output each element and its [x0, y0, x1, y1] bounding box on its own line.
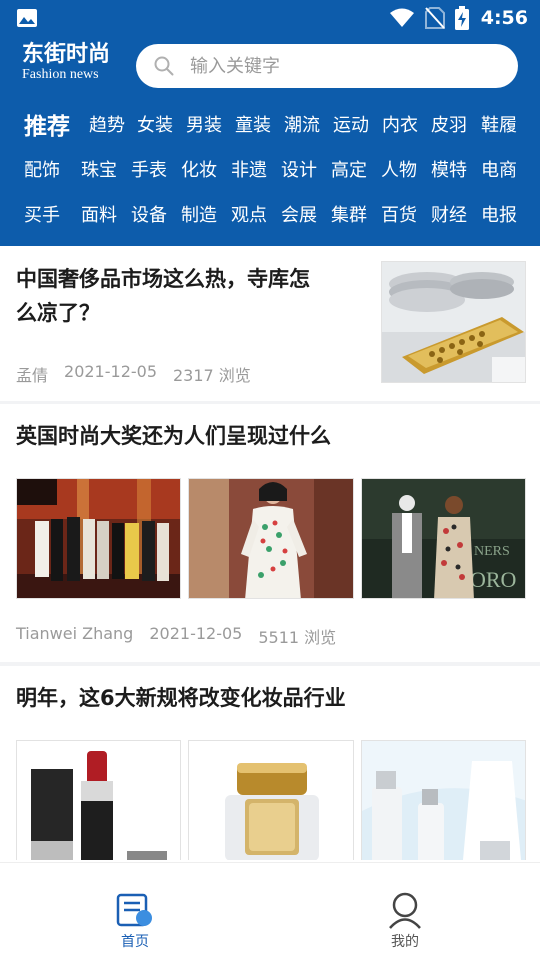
category-item[interactable]: 珠宝: [74, 156, 124, 182]
article-views: 2317 浏览: [173, 366, 251, 385]
category-row-3: 买手 面料 设备 制造 观点 会展 集群 百货 财经 电报: [24, 194, 524, 234]
category-item[interactable]: 内衣: [376, 111, 424, 137]
tab-home[interactable]: 首页: [0, 863, 270, 960]
article-image: NERS ORO: [361, 478, 526, 599]
tab-profile-label: 我的: [391, 934, 419, 950]
category-item[interactable]: 制造: [174, 201, 224, 227]
category-item[interactable]: 男装: [180, 111, 228, 137]
category-item[interactable]: 电报: [474, 201, 524, 227]
wifi-icon: [389, 8, 414, 27]
category-item[interactable]: 人物: [374, 156, 424, 182]
article-date: 2021-12-05: [64, 362, 157, 381]
article-thumbnail: [381, 261, 526, 383]
article-views: 5511 浏览: [258, 628, 337, 647]
category-featured[interactable]: 推荐: [24, 107, 80, 141]
news-feed[interactable]: 中国奢侈品市场这么热，寺库怎 么凉了？ 孟倩 2021-12-05 2317 浏…: [0, 246, 540, 860]
home-news-icon: [116, 893, 152, 927]
category-item[interactable]: 皮羽: [424, 111, 474, 137]
cream-jar-image: [189, 741, 353, 860]
lipstick-image: [17, 741, 180, 860]
search-bar[interactable]: [136, 44, 518, 88]
category-item[interactable]: 非遗: [224, 156, 274, 182]
category-row-2: 配饰 珠宝 手表 化妆 非遗 设计 高定 人物 模特 电商: [24, 149, 524, 189]
article-image: [361, 740, 526, 860]
gown-portrait-image: [189, 479, 353, 598]
category-item[interactable]: 百货: [374, 201, 424, 227]
logo-english: Fashion news: [22, 67, 99, 82]
article-image: [16, 740, 181, 860]
profile-icon: [389, 892, 421, 929]
svg-text:NERS: NERS: [474, 544, 510, 559]
skincare-bottles-image: [362, 741, 525, 860]
article-card[interactable]: 明年，这6大新规将改变化妆品行业: [0, 666, 540, 860]
red-carpet-group-image: [17, 479, 180, 598]
category-item[interactable]: 运动: [326, 111, 376, 137]
category-item[interactable]: 电商: [474, 156, 524, 182]
category-item[interactable]: 模特: [424, 156, 474, 182]
article-author: Tianwei Zhang: [16, 624, 134, 643]
category-item[interactable]: 面料: [74, 201, 124, 227]
category-item[interactable]: 集群: [324, 201, 374, 227]
category-item[interactable]: 鞋履: [474, 111, 524, 137]
image-icon: [17, 9, 37, 27]
svg-text:ORO: ORO: [470, 567, 516, 592]
article-card[interactable]: 中国奢侈品市场这么热，寺库怎 么凉了？ 孟倩 2021-12-05 2317 浏…: [0, 246, 540, 401]
category-item[interactable]: 手表: [124, 156, 174, 182]
no-sim-icon: [424, 7, 445, 29]
article-image: [188, 478, 354, 599]
article-meta: 孟倩 2021-12-05 2317 浏览: [16, 362, 251, 386]
article-title: 明年，这6大新规将改变化妆品行业: [16, 686, 346, 710]
category-item[interactable]: 女装: [130, 111, 180, 137]
bottom-tab-bar: 首页 我的: [0, 862, 540, 960]
category-item[interactable]: 趋势: [84, 111, 130, 137]
category-item[interactable]: 设计: [274, 156, 324, 182]
search-input[interactable]: [190, 55, 490, 77]
article-date: 2021-12-05: [149, 624, 243, 643]
article-meta: Tianwei Zhang 2021-12-05 5511 浏览: [16, 624, 336, 648]
tab-profile[interactable]: 我的: [270, 863, 540, 960]
coins-abacus-image: [382, 262, 525, 382]
category-item[interactable]: 高定: [324, 156, 374, 182]
article-title: 中国奢侈品市场这么热，寺库怎 么凉了？: [16, 267, 310, 325]
battery-charging-icon: [454, 6, 469, 30]
app-logo: 东街时尚 Fashion news: [22, 42, 126, 86]
status-bar: 4:56: [0, 0, 540, 36]
couple-event-image: NERS ORO: [362, 479, 525, 598]
tab-home-label: 首页: [121, 934, 149, 950]
category-item[interactable]: 童装: [228, 111, 278, 137]
article-image: [188, 740, 354, 860]
article-image: [16, 478, 181, 599]
category-item[interactable]: 配饰: [24, 156, 74, 182]
category-item[interactable]: 财经: [424, 201, 474, 227]
category-item[interactable]: 观点: [224, 201, 274, 227]
article-author: 孟倩: [16, 366, 49, 385]
status-time: 4:56: [480, 7, 528, 29]
logo-chinese: 东街时尚: [22, 41, 111, 67]
article-card[interactable]: 英国时尚大奖还为人们呈现过什么 NERS ORO Tianwei Zhang 2…: [0, 404, 540, 662]
category-item[interactable]: 买手: [24, 201, 74, 227]
category-item[interactable]: 会展: [274, 201, 324, 227]
category-row-1: 推荐 趋势 女装 男装 童装 潮流 运动 内衣 皮羽 鞋履: [24, 104, 524, 144]
category-item[interactable]: 化妆: [174, 156, 224, 182]
search-icon: [154, 56, 174, 76]
category-item[interactable]: 设备: [124, 201, 174, 227]
app-header: 4:56 东街时尚 Fashion news 推荐 趋势 女装 男装 童装 潮流…: [0, 0, 540, 246]
article-title: 英国时尚大奖还为人们呈现过什么: [16, 424, 331, 448]
category-item[interactable]: 潮流: [278, 111, 326, 137]
